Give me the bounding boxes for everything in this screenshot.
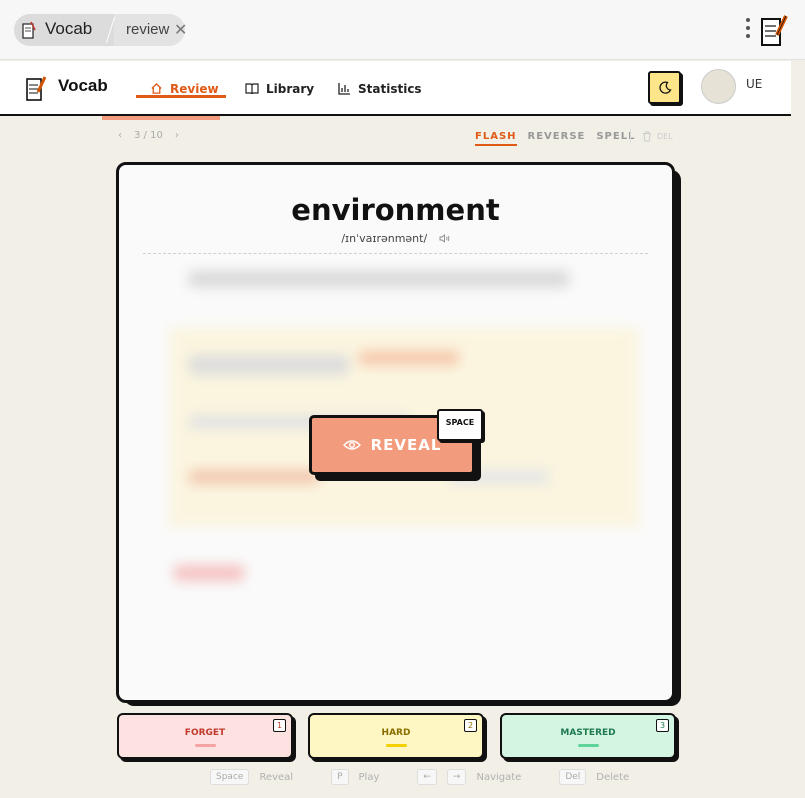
user-initials[interactable]: UE <box>746 77 762 91</box>
hard-bar <box>386 744 407 747</box>
hard-label: HARD <box>381 728 411 738</box>
moon-icon <box>658 80 671 94</box>
hint-action-navigate: Navigate <box>476 771 522 783</box>
hint-key-space: Space <box>210 769 250 785</box>
nav-statistics[interactable]: Statistics <box>338 61 422 116</box>
forget-bar <box>195 744 216 747</box>
space-shortcut-badge: SPACE <box>437 409 483 441</box>
theme-toggle-button[interactable] <box>648 71 681 104</box>
tab-flash[interactable]: FLASH <box>475 131 517 146</box>
hint-key-right: → <box>446 769 467 785</box>
hard-button[interactable]: HARD 2 <box>308 713 484 759</box>
card-position: 3 / 10 <box>134 130 163 141</box>
app-header: Vocab Review Library Statistics UE <box>0 61 791 116</box>
eye-icon <box>342 440 361 450</box>
more-menu-icon[interactable] <box>744 18 752 42</box>
close-icon[interactable]: ✕ <box>174 20 187 39</box>
hint-key-p: P <box>331 769 349 785</box>
card-counter: ‹ 3 / 10 › <box>118 130 179 141</box>
forget-label: FORGET <box>184 728 226 738</box>
delete-label: DEL <box>657 132 673 141</box>
mastered-key-badge: 3 <box>656 719 669 732</box>
trash-icon <box>643 131 651 142</box>
hint-action-play: Play <box>358 771 380 783</box>
reveal-label: REVEAL <box>370 436 442 454</box>
delete-button[interactable]: DEL <box>642 131 673 142</box>
forget-button[interactable]: FORGET 1 <box>117 713 293 759</box>
window-titlebar: Vocab review ✕ <box>0 0 805 60</box>
toolbar-divider <box>630 129 631 143</box>
nav-library-label: Library <box>266 81 315 96</box>
mastered-bar <box>578 744 599 747</box>
tab-label[interactable]: review <box>126 21 169 38</box>
progress-accent-bar <box>102 116 220 120</box>
mode-tabs: FLASH REVERSE SPELL <box>475 131 635 146</box>
hint-key-left: ← <box>417 769 437 785</box>
scrollbar-track[interactable] <box>791 61 805 798</box>
book-icon <box>245 83 259 95</box>
hint-key-del: Del <box>559 769 587 785</box>
hint-action-delete: Delete <box>596 771 630 783</box>
nav-review[interactable]: Review <box>150 61 219 116</box>
bar-chart-icon <box>338 83 350 95</box>
keyboard-hints: Space Reveal P Play ← → Navigate Del Del… <box>210 769 629 785</box>
hint-action-reveal: Reveal <box>259 771 294 783</box>
nav-statistics-label: Statistics <box>358 81 422 96</box>
tab-reverse[interactable]: REVERSE <box>528 131 586 146</box>
notepad-pencil-icon <box>26 76 47 101</box>
active-tab-underline <box>136 95 226 98</box>
nav-review-label: Review <box>170 81 219 96</box>
mastered-button[interactable]: MASTERED 3 <box>500 713 676 759</box>
brand-name: Vocab <box>58 76 108 95</box>
app-tab-pill[interactable]: Vocab review ✕ <box>14 14 187 46</box>
avatar[interactable] <box>701 69 736 104</box>
next-card-icon[interactable]: › <box>175 130 179 141</box>
home-icon <box>151 82 162 94</box>
nav-library[interactable]: Library <box>245 61 314 116</box>
prev-card-icon[interactable]: ‹ <box>118 130 122 141</box>
mastered-label: MASTERED <box>560 728 616 738</box>
hard-key-badge: 2 <box>464 719 477 732</box>
notepad-pencil-icon[interactable] <box>760 13 788 47</box>
forget-key-badge: 1 <box>273 719 286 732</box>
app-name: Vocab <box>45 19 93 38</box>
notepad-icon <box>22 21 36 39</box>
